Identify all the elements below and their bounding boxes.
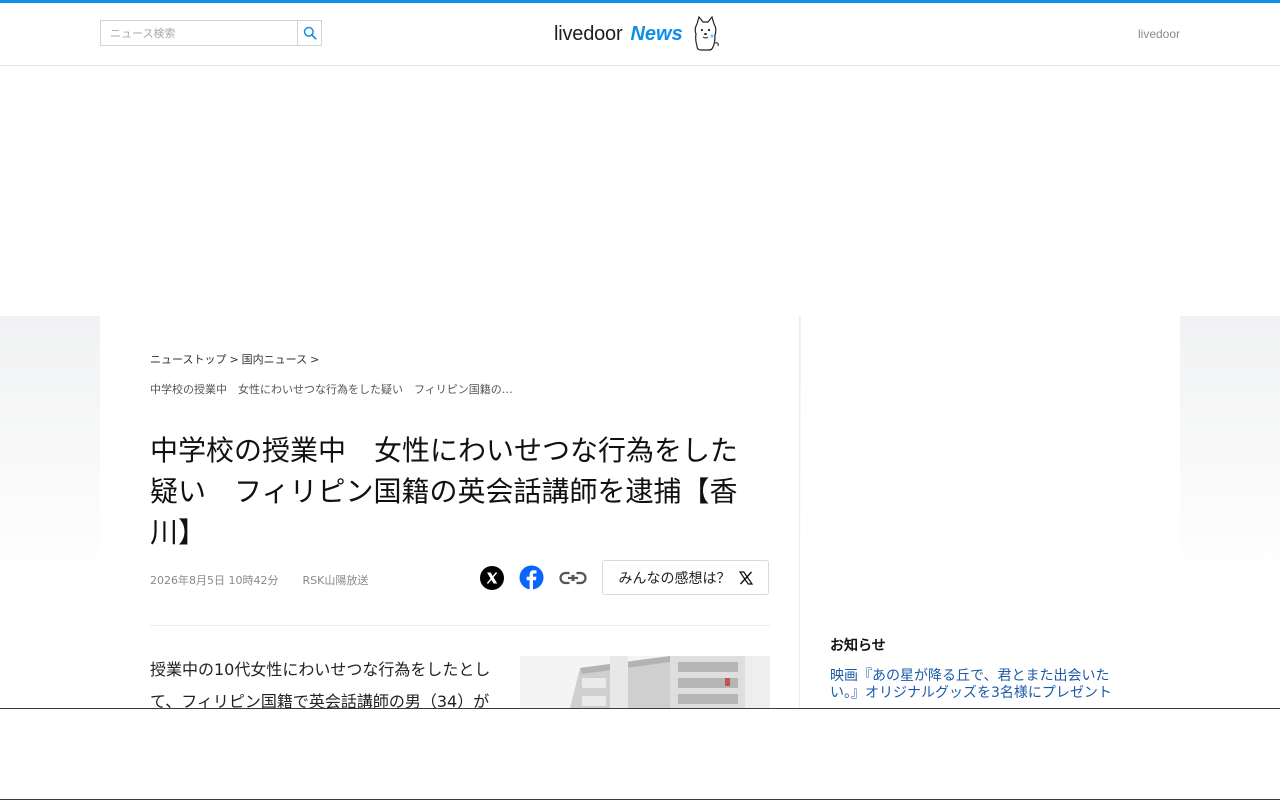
livedoor-link[interactable]: livedoor bbox=[1138, 27, 1180, 41]
search-input[interactable] bbox=[101, 21, 298, 45]
search-box bbox=[100, 20, 322, 46]
facebook-icon bbox=[519, 565, 544, 590]
x-icon bbox=[738, 570, 753, 585]
share-facebook-button[interactable] bbox=[519, 565, 544, 590]
building-photo bbox=[520, 656, 770, 716]
logo-text: livedoor bbox=[554, 22, 623, 45]
copy-link-button[interactable] bbox=[559, 565, 587, 590]
article-photo[interactable] bbox=[520, 656, 770, 716]
reactions-button-label: みんなの感想は？ bbox=[618, 570, 731, 587]
article-date: 2026年8月5日 10時42分 bbox=[150, 574, 279, 587]
breadcrumb-current: 中学校の授業中 女性にわいせつな行為をした疑い フィリピン国籍の… bbox=[150, 383, 513, 396]
share-bar: みんなの感想は？ bbox=[479, 560, 769, 595]
search-button[interactable] bbox=[297, 21, 321, 45]
breadcrumb-separator: > bbox=[310, 353, 320, 366]
breadcrumb-news-top[interactable]: ニューストップ bbox=[150, 353, 226, 366]
article-source[interactable]: RSK山陽放送 bbox=[302, 572, 368, 588]
logo-news-text: News bbox=[630, 22, 683, 45]
reactions-button[interactable]: みんなの感想は？ bbox=[602, 560, 769, 595]
search-icon bbox=[303, 26, 317, 40]
breadcrumb-domestic[interactable]: 国内ニュース bbox=[242, 353, 307, 366]
site-logo[interactable]: livedoor News bbox=[554, 13, 719, 55]
notice-link[interactable]: 映画『あの星が降る丘で、君とまた出会いたい。』オリジナルグッズを3名様にプレゼン… bbox=[830, 668, 1115, 702]
notice-heading: お知らせ bbox=[830, 638, 886, 654]
site-header: livedoor News livedoor bbox=[0, 3, 1280, 66]
link-icon bbox=[559, 571, 587, 584]
breadcrumb: ニューストップ > 国内ニュース > bbox=[150, 351, 322, 367]
top-ad-area bbox=[0, 66, 1280, 316]
dog-mascot-icon bbox=[694, 16, 719, 51]
bottom-ad-banner bbox=[0, 708, 1280, 800]
breadcrumb-separator: > bbox=[229, 353, 239, 366]
x-icon bbox=[479, 565, 504, 590]
article-meta: 2026年8月5日 10時42分 RSK山陽放送 bbox=[150, 572, 368, 588]
article-title: 中学校の授業中 女性にわいせつな行為をした疑い フィリピン国籍の英会話講師を逮捕… bbox=[150, 434, 739, 549]
divider bbox=[150, 625, 770, 626]
share-x-button[interactable] bbox=[479, 565, 504, 590]
